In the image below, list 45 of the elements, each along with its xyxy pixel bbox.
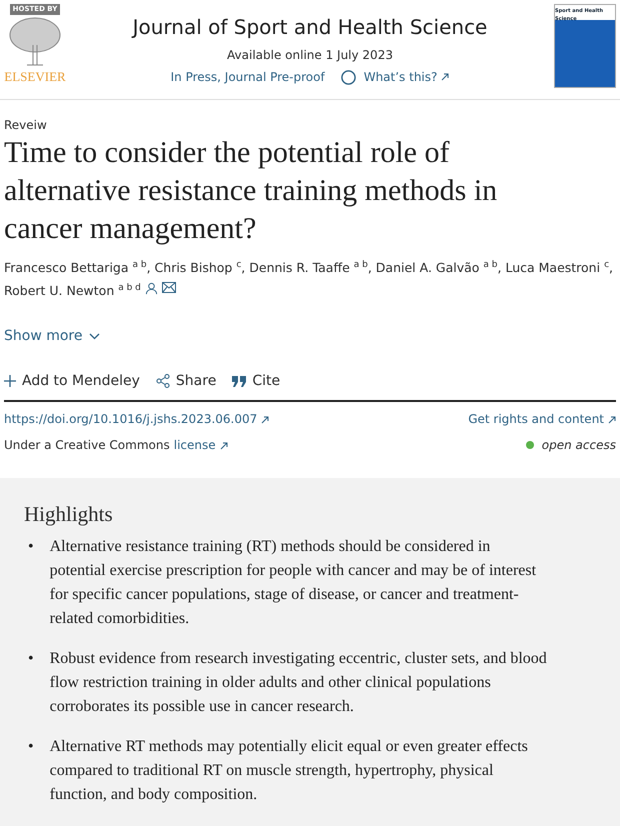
doi-link[interactable]: https://doi.org/10.1016/j.jshs.2023.06.007	[4, 410, 270, 428]
author-link[interactable]: Chris Bishop $^{c}$	[154, 260, 242, 275]
comma: ,	[609, 260, 613, 275]
action-button[interactable]: Cite	[232, 370, 280, 392]
action-button[interactable]: Share	[156, 370, 216, 392]
rights-link[interactable]: Get rights and content	[468, 410, 616, 428]
publisher-name: ELSEVIER	[4, 68, 66, 86]
highlight-item: Alternative RT methods may potentially elicit equal or even greater effects compared to traditional RT on muscle strength, hypertrophy, physical function, and body composition.	[50, 737, 529, 806]
availability-date: Available online 1 July 2023	[227, 47, 393, 64]
bullet: •	[28, 737, 34, 758]
comma: ,	[497, 260, 502, 275]
comma: ,	[146, 260, 151, 275]
highlight-item: Robust evidence from research investigating eccentric, cluster sets, and blood flow restriction training in older adults and other clinical populations corroborates its possible use in cancer research.	[50, 649, 548, 718]
author-link[interactable]: Daniel A. Galvão $^{a b}$	[376, 260, 498, 275]
quote-icon	[232, 376, 246, 387]
plus-icon	[4, 375, 16, 388]
person-icon[interactable]	[144, 282, 158, 295]
chevron-down-icon	[88, 332, 100, 340]
highlight-item: Alternative resistance training (RT) methods should be considered in potential exercise prescription for people with cancer and may be of interest for specific cancer populations, stage of disease, or cancer and treatment-related comorbidities.	[50, 537, 538, 630]
bullet: •	[28, 649, 34, 670]
bullet: •	[28, 537, 34, 558]
external-link-icon	[441, 73, 450, 81]
tree-logo-icon	[7, 14, 63, 66]
comma: ,	[368, 260, 372, 275]
show-more-button[interactable]: Show more	[4, 326, 100, 347]
action-button[interactable]: Add to Mendeley	[4, 370, 140, 392]
author-link[interactable]: Francesco Bettariga $^{a b}$	[4, 260, 147, 275]
license-link[interactable]: license	[174, 436, 228, 454]
license-text: Under a Creative Commons	[4, 436, 170, 454]
share-icon	[156, 374, 170, 388]
highlights-heading: Highlights	[24, 502, 114, 528]
comma: ,	[241, 260, 246, 275]
envelope-icon[interactable]	[162, 282, 176, 293]
article-type: Reveiw	[4, 116, 48, 134]
pre-proof-link[interactable]: In Press, Journal Pre-proof	[170, 68, 325, 86]
article-title: Time to consider the potential role of alternative resistance training methods in cancer management?	[4, 134, 498, 247]
whats-this-link[interactable]: What’s this?	[340, 68, 450, 86]
external-link-icon	[220, 442, 228, 450]
author-link[interactable]: Luca Maestroni $^{c}$	[505, 260, 610, 275]
external-link-icon	[608, 416, 616, 424]
journal-title[interactable]: Journal of Sport and Health Science	[132, 12, 488, 42]
author-link[interactable]: Robert U. Newton a b d	[4, 282, 141, 298]
open-access-label: open access	[542, 436, 616, 454]
external-link-icon	[261, 416, 270, 424]
author-link[interactable]: Dennis R. Taaffe $^{a b}$	[249, 260, 368, 275]
